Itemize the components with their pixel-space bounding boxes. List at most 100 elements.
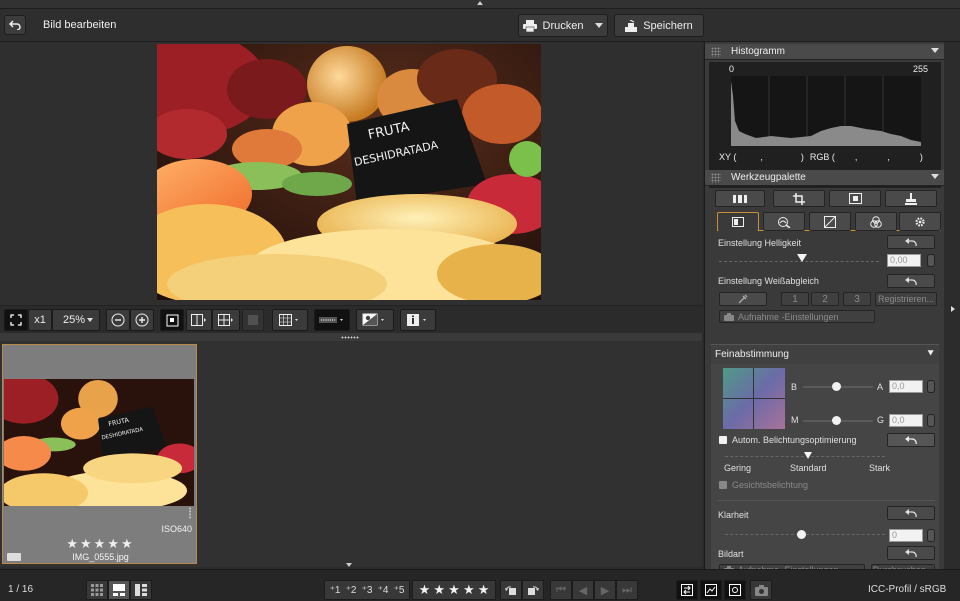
zoom-out-button[interactable] [106, 309, 130, 331]
grid-select[interactable] [272, 309, 308, 331]
app-window: Bild bearbeiten Drucken Speichern FRUTA … [0, 0, 960, 601]
chevron-down-icon[interactable] [931, 48, 939, 53]
clarity-value-input[interactable]: 0 [889, 529, 923, 542]
rating-star-2[interactable]: ★ [433, 582, 445, 598]
camera-button[interactable] [750, 580, 772, 600]
ba-slider-handle[interactable] [832, 382, 841, 391]
tool-tab-stamp[interactable] [885, 190, 937, 207]
tool-panel: Histogramm 0 255 XY ( , ) RGB ( , , ) We… [704, 42, 945, 576]
color-grid[interactable] [723, 368, 785, 429]
double-chevron-icon[interactable]: ⯆ [926, 348, 935, 361]
fine-tune-header[interactable]: Feinabstimmung ⯆ [711, 344, 939, 364]
subtab-brightness[interactable] [717, 212, 759, 231]
image-tool-icon [848, 193, 862, 204]
panel-divider[interactable] [0, 333, 702, 341]
zoom-1x-button[interactable]: x1 [28, 309, 52, 331]
zoom-in-button[interactable] [130, 309, 154, 331]
rotate-left-button[interactable] [500, 580, 522, 600]
info-select[interactable] [400, 309, 436, 331]
save-button[interactable]: Speichern [614, 14, 704, 37]
palette-header[interactable]: Werkzeugpalette [705, 170, 945, 186]
eyedropper-icon [738, 294, 748, 304]
subtab-color[interactable] [855, 212, 897, 231]
label-button-1[interactable]: ⁺1 [330, 585, 341, 596]
compare-view-button[interactable] [186, 309, 212, 331]
a-value-input[interactable]: 0,0 [889, 380, 923, 393]
fit-screen-button[interactable] [4, 309, 28, 331]
subtab-detail[interactable] [763, 212, 805, 231]
face-checkbox[interactable] [719, 481, 727, 489]
display-mode-select[interactable] [314, 309, 350, 331]
brightness-reset-button[interactable] [887, 235, 935, 249]
histogram-header[interactable]: Histogramm [705, 44, 945, 60]
expand-right-icon[interactable] [951, 306, 955, 312]
rating-star-5[interactable]: ★ [478, 582, 490, 598]
label-button-3[interactable]: ⁺3 [362, 585, 373, 596]
g-stepper[interactable] [927, 414, 935, 427]
back-button[interactable] [4, 15, 26, 35]
image-viewer[interactable]: FRUTA DESHIDRATADA [0, 42, 702, 305]
rating-button-group: ★ ★ ★ ★ ★ [412, 580, 496, 600]
wb-button-1[interactable]: 1 [781, 292, 809, 306]
zoom-select[interactable]: 25% [52, 309, 100, 331]
print-button[interactable]: Drucken [518, 14, 608, 37]
a-stepper[interactable] [927, 380, 935, 393]
grid-overlay-button[interactable] [212, 309, 240, 331]
compare-button[interactable] [676, 580, 698, 600]
drag-handle-icon[interactable] [341, 336, 359, 339]
auto-opt-reset-button[interactable] [887, 433, 935, 447]
label-button-4[interactable]: ⁺4 [378, 585, 389, 596]
collapse-browser-icon[interactable] [346, 563, 352, 567]
tool-tab-crop[interactable] [773, 190, 825, 207]
clarity-stepper[interactable] [927, 529, 935, 542]
mg-slider-handle[interactable] [832, 416, 841, 425]
view-preview-button[interactable] [108, 580, 130, 600]
rating-star-1[interactable]: ★ [419, 582, 431, 598]
brightness-stepper[interactable] [927, 254, 935, 267]
wb-eyedropper-button[interactable] [719, 292, 767, 306]
rotate-right-button[interactable] [522, 580, 544, 600]
af-point-button[interactable] [160, 309, 184, 331]
histogram-graph [731, 76, 921, 146]
auto-opt-slider-handle[interactable] [804, 452, 812, 459]
clarity-reset-button[interactable] [887, 506, 935, 520]
subtab-curve[interactable] [809, 212, 851, 231]
more-icon[interactable] [189, 507, 191, 519]
first-image-button[interactable]: ⏮ [550, 580, 572, 600]
clarity-slider-handle[interactable] [797, 530, 806, 539]
thumbnail-image: FRUTA DESHIDRATADA [4, 379, 194, 506]
thumbnail-card[interactable]: FRUTA DESHIDRATADA ISO640 ★★★★★ IMG_0555… [2, 344, 197, 564]
exposure-tool-button[interactable] [700, 580, 722, 600]
focus-check-button[interactable] [724, 580, 746, 600]
highlight-warning-button[interactable] [242, 309, 264, 331]
g-value-input[interactable]: 0,0 [889, 414, 923, 427]
next-image-button[interactable]: ▶ [594, 580, 616, 600]
rating-star-3[interactable]: ★ [448, 582, 460, 598]
color-check-select[interactable] [356, 309, 394, 331]
label-button-5[interactable]: ⁺5 [394, 585, 405, 596]
wb-preset-select[interactable]: Aufnahme -Einstellungen [719, 310, 875, 323]
label-button-2[interactable]: ⁺2 [346, 585, 357, 596]
wb-button-2[interactable]: 2 [811, 292, 839, 306]
brightness-slider-handle[interactable] [797, 254, 807, 262]
wb-button-3[interactable]: 3 [843, 292, 871, 306]
previous-image-button[interactable]: ◀ [572, 580, 594, 600]
rotate-left-icon [505, 586, 516, 595]
style-reset-button[interactable] [887, 546, 935, 560]
grid-overlay-icon [218, 314, 233, 326]
thumbnail-rating[interactable]: ★★★★★ [3, 536, 198, 552]
tool-tab-basic[interactable] [715, 190, 765, 207]
subtab-settings[interactable] [899, 212, 941, 231]
collapse-top-icon[interactable] [477, 1, 483, 5]
thumbnail-photo: FRUTA DESHIDRATADA [4, 379, 194, 506]
wb-register-button[interactable]: Registrieren... [875, 292, 937, 306]
rating-star-4[interactable]: ★ [463, 582, 475, 598]
chevron-down-icon[interactable] [931, 174, 939, 179]
wb-reset-button[interactable] [887, 274, 935, 288]
brightness-value-input[interactable]: 0,00 [887, 254, 921, 267]
view-grid-button[interactable] [86, 580, 108, 600]
view-list-button[interactable] [130, 580, 152, 600]
last-image-button[interactable]: ⏭ [616, 580, 638, 600]
tool-tab-image[interactable] [829, 190, 881, 207]
auto-opt-checkbox[interactable] [719, 436, 727, 444]
